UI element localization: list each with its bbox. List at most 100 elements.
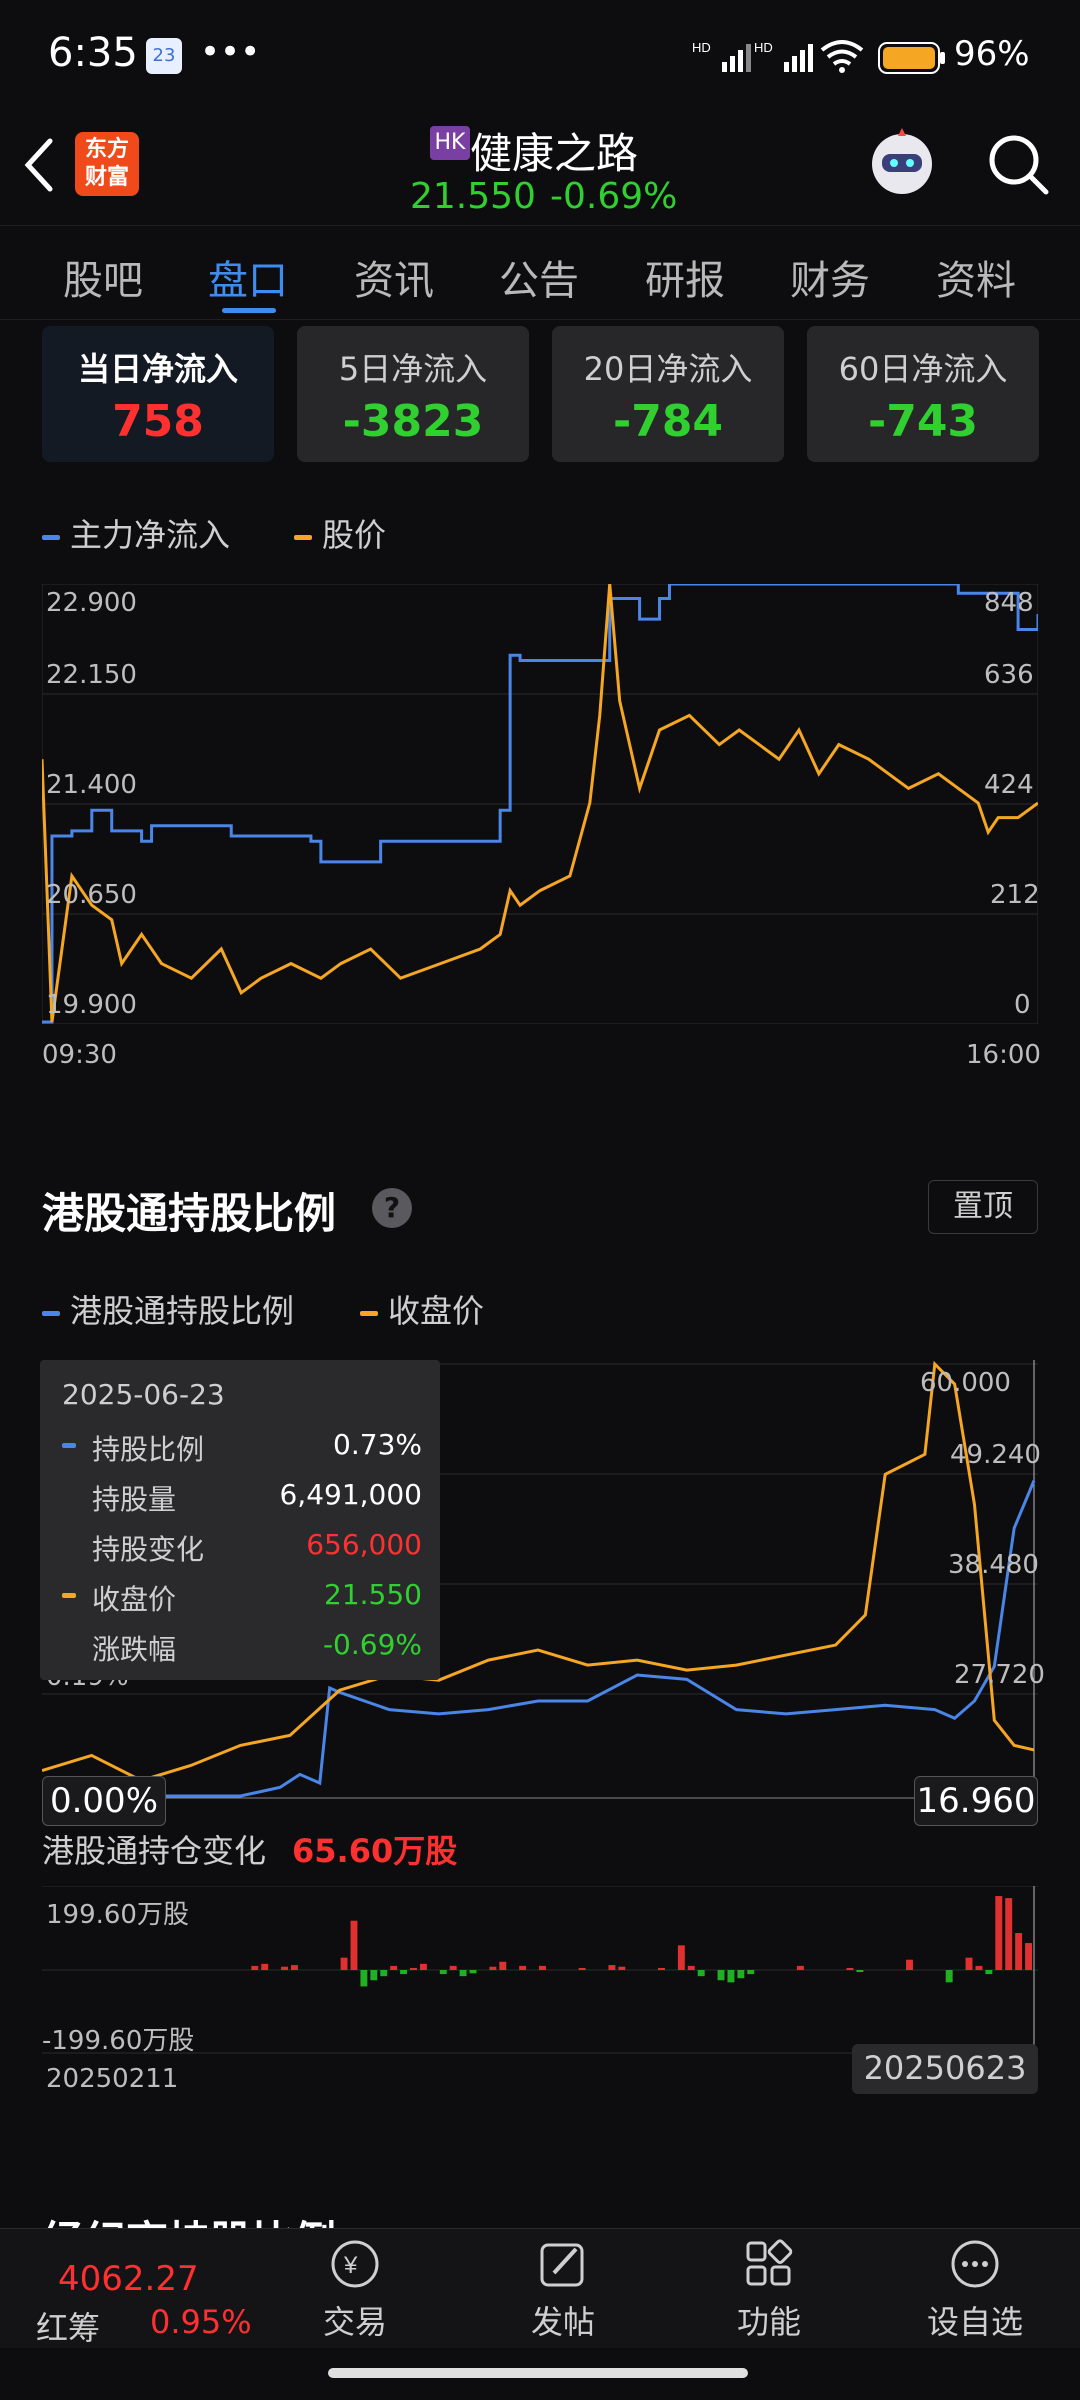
left-value-badge: 0.00% xyxy=(42,1776,166,1826)
tooltip-value: 656,000 xyxy=(306,1528,422,1561)
tooltip-value: 21.550 xyxy=(324,1578,422,1611)
intraday-flow-chart xyxy=(42,584,1038,1024)
svg-text:HD: HD xyxy=(692,40,711,55)
tooltip-key: 持股变化 xyxy=(92,1533,205,1566)
stock-price: 21.550 xyxy=(410,176,536,217)
back-icon[interactable] xyxy=(20,135,60,199)
nav-label: 交易 xyxy=(322,2303,387,2341)
position-change-bar xyxy=(727,1970,735,1983)
grid-icon xyxy=(746,2239,793,2286)
position-change-bar xyxy=(618,1966,626,1970)
position-change-bar xyxy=(747,1970,755,1975)
right-tick: 27.720 xyxy=(954,1660,1045,1690)
home-indicator xyxy=(328,2368,748,2378)
position-change-bar xyxy=(856,1970,864,1973)
svg-text:¥: ¥ xyxy=(343,2252,358,2279)
legend-swatch xyxy=(360,1310,378,1316)
position-change-bar xyxy=(796,1965,804,1970)
bottom-nav: 4062.27 红筹 0.95% ¥ 交易 发帖 功能 设自选 xyxy=(0,2228,1080,2348)
tooltip-value: 0.73% xyxy=(333,1428,422,1461)
signal-icon: HD xyxy=(692,38,752,78)
flow-card-today[interactable]: 当日净流入 758 xyxy=(42,326,274,462)
left-tick: 22.900 xyxy=(46,588,137,618)
flow-card-value: -3823 xyxy=(342,396,484,447)
flow-card-20d[interactable]: 20日净流入 -784 xyxy=(552,326,784,462)
tooltip-swatch xyxy=(62,1443,76,1448)
index-change[interactable]: 0.95% xyxy=(150,2303,252,2341)
help-icon[interactable]: ? xyxy=(372,1188,412,1228)
flow-card-60d[interactable]: 60日净流入 -743 xyxy=(807,326,1039,462)
right-tick: 212 xyxy=(990,880,1040,910)
position-change-bar xyxy=(489,1966,497,1970)
position-change-bar xyxy=(340,1957,348,1970)
tab-pankou[interactable]: 盘口 xyxy=(208,248,288,306)
stock-name: 健康之路 xyxy=(470,129,639,178)
nav-add-watchlist[interactable]: 设自选 xyxy=(920,2237,1030,2343)
tooltip-row: 持股比例 0.73% xyxy=(62,1428,422,1468)
pin-button[interactable]: 置顶 xyxy=(928,1180,1038,1234)
calendar-icon: 23 xyxy=(146,38,182,74)
flow-card-label: 20日净流入 xyxy=(583,350,753,388)
position-change-value: 65.60万股 xyxy=(292,1832,458,1870)
right-tick: 38.480 xyxy=(948,1550,1039,1580)
legend-label: 主力净流入 xyxy=(70,516,231,554)
right-tick: 49.240 xyxy=(950,1440,1041,1470)
position-change-bar xyxy=(261,1963,269,1970)
position-change-bar xyxy=(737,1970,745,1979)
legend-swatch xyxy=(42,534,60,540)
nav-post[interactable]: 发帖 xyxy=(508,2237,618,2343)
position-change-bar xyxy=(846,1967,854,1970)
tab-news[interactable]: 资讯 xyxy=(354,248,434,306)
tooltip-row: 持股量 6,491,000 xyxy=(62,1478,422,1518)
series-line-main-flow xyxy=(42,584,1038,1024)
position-change-bar xyxy=(350,1920,358,1970)
position-change-bar xyxy=(291,1965,298,1970)
position-change-bar xyxy=(499,1961,507,1970)
right-tick: 424 xyxy=(984,770,1034,800)
tooltip-row: 持股变化 656,000 xyxy=(62,1528,422,1568)
stock-header: 东方财富 HK 健康之路 21.550 -0.69% xyxy=(0,110,1080,225)
index-value[interactable]: 4062.27 xyxy=(58,2259,199,2299)
legend-close-price: 收盘价 xyxy=(360,1286,484,1332)
position-change-bar xyxy=(677,1945,685,1970)
tab-research[interactable]: 研报 xyxy=(645,248,725,306)
flow-card-label: 5日净流入 xyxy=(338,350,488,388)
tooltip-key: 持股量 xyxy=(92,1483,177,1516)
right-tick: 0 xyxy=(1014,990,1031,1020)
tooltip-value: 6,491,000 xyxy=(279,1478,422,1511)
flow-card-label: 60日净流入 xyxy=(838,350,1008,388)
legend-label: 股价 xyxy=(322,516,387,554)
notification-badge: 23 xyxy=(152,45,176,66)
left-tick: 19.900 xyxy=(46,990,137,1020)
tab-finance[interactable]: 财务 xyxy=(790,248,870,306)
market-badge: HK xyxy=(430,126,470,160)
position-change-bar xyxy=(1025,1943,1032,1970)
position-change-bar xyxy=(658,1967,665,1970)
position-change-bar xyxy=(519,1965,527,1970)
tooltip-key: 收盘价 xyxy=(92,1583,177,1616)
flow-card-5d[interactable]: 5日净流入 -3823 xyxy=(297,326,529,462)
robot-assistant-icon[interactable] xyxy=(862,124,942,208)
search-icon[interactable] xyxy=(984,130,1054,204)
left-tick: 22.150 xyxy=(46,660,137,690)
tooltip-row: 涨跌幅 -0.69% xyxy=(62,1628,422,1668)
tab-profile[interactable]: 资料 xyxy=(936,248,1016,306)
tab-guba[interactable]: 股吧 xyxy=(63,248,143,306)
nav-functions[interactable]: 功能 xyxy=(714,2237,824,2343)
nav-trade[interactable]: ¥ 交易 xyxy=(300,2237,410,2343)
position-change-bar xyxy=(390,1965,398,1970)
position-change-bar xyxy=(687,1965,695,1970)
right-tick: 636 xyxy=(984,660,1034,690)
nav-label: 发帖 xyxy=(530,2303,595,2341)
position-change-bar xyxy=(410,1967,417,1970)
position-change-bar xyxy=(360,1970,368,1987)
index-name[interactable]: 红筹 xyxy=(36,2303,100,2349)
more-dots-icon: ••• xyxy=(200,32,261,72)
position-change-label: 港股通持仓变化 xyxy=(42,1832,267,1870)
position-change-bar xyxy=(251,1965,259,1970)
tab-announcements[interactable]: 公告 xyxy=(499,248,579,306)
more-circle-icon xyxy=(951,2240,999,2288)
status-time: 6:35 xyxy=(48,30,138,76)
legend-swatch xyxy=(42,1310,60,1316)
date-end-badge: 20250623 xyxy=(852,2044,1038,2094)
